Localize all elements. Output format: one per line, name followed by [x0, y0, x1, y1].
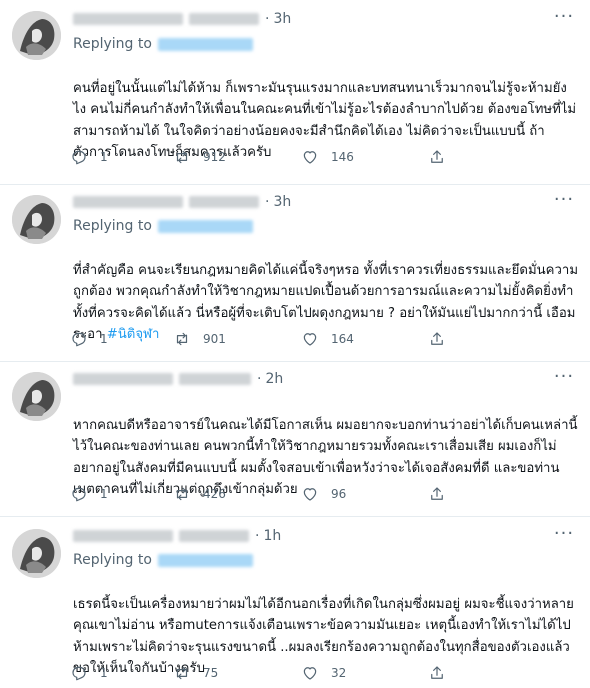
avatar-image — [12, 372, 61, 421]
replying-to: Replying to — [73, 550, 253, 570]
retweet-button[interactable]: 426 — [173, 485, 301, 503]
retweet-button[interactable]: 901 — [173, 330, 301, 348]
like-icon — [303, 667, 317, 680]
like-button[interactable]: 146 — [301, 148, 428, 166]
tweet-actions: 1 912 146 — [70, 146, 458, 168]
share-button[interactable] — [428, 148, 458, 166]
reply-button[interactable]: 1 — [70, 148, 173, 166]
reply-count: 1 — [100, 487, 108, 501]
replying-to-label: Replying to — [73, 552, 152, 568]
reply-icon — [72, 487, 86, 502]
reply-count: 1 — [100, 332, 108, 346]
separator-dot: · — [257, 371, 262, 387]
username-redacted[interactable] — [189, 196, 259, 208]
like-count: 96 — [331, 487, 347, 501]
username-redacted[interactable] — [179, 373, 251, 385]
share-button[interactable] — [428, 664, 458, 682]
like-icon — [303, 151, 317, 164]
share-icon — [431, 332, 443, 345]
retweet-icon — [176, 332, 188, 346]
reply-count: 1 — [100, 150, 108, 164]
separator-dot: · — [255, 528, 260, 544]
reply-button[interactable]: 1 — [70, 485, 173, 503]
avatar-image — [12, 529, 61, 578]
like-icon — [303, 333, 317, 346]
replying-to-label: Replying to — [73, 218, 152, 234]
reply-icon — [72, 332, 86, 347]
tweet-actions: 1 426 96 — [70, 483, 458, 505]
tweet-actions: 1 901 164 — [70, 328, 458, 350]
tweet-timeline: · 3h ··· Replying to คนที่อยู่ในนั้นแต่ไ… — [0, 0, 590, 688]
replying-to-label: Replying to — [73, 36, 152, 52]
separator-dot: · — [265, 194, 270, 210]
tweet-actions: 1 75 32 — [70, 662, 458, 684]
reply-count: 1 — [100, 666, 108, 680]
tweet-time[interactable]: 3h — [273, 11, 291, 27]
separator-dot: · — [265, 11, 270, 27]
tweet[interactable]: · 1h ··· Replying to เธรดนี้จะเป็นเครื่อ… — [0, 517, 590, 688]
username-redacted[interactable] — [189, 13, 259, 25]
avatar[interactable] — [12, 372, 61, 421]
like-count: 32 — [331, 666, 347, 680]
share-icon — [431, 666, 443, 679]
more-options-icon[interactable]: ··· — [552, 191, 576, 212]
avatar[interactable] — [12, 529, 61, 578]
avatar[interactable] — [12, 195, 61, 244]
tweet-header: · 3h — [73, 192, 291, 212]
replying-to: Replying to — [73, 216, 253, 236]
more-options-icon[interactable]: ··· — [552, 8, 576, 29]
like-icon — [303, 488, 317, 501]
tweet-time[interactable]: 3h — [273, 194, 291, 210]
reply-button[interactable]: 1 — [70, 664, 173, 682]
display-name-redacted[interactable] — [73, 196, 183, 208]
retweet-icon — [176, 666, 188, 680]
retweet-count: 901 — [203, 332, 226, 346]
share-button[interactable] — [428, 485, 458, 503]
tweet[interactable]: · 2h ··· หากคณบดีหรืออาจารย์ในคณะได้มีโอ… — [0, 362, 590, 517]
display-name-redacted[interactable] — [73, 373, 173, 385]
tweet-time[interactable]: 1h — [263, 528, 281, 544]
username-redacted[interactable] — [179, 530, 249, 542]
more-options-icon[interactable]: ··· — [552, 368, 576, 389]
share-icon — [431, 487, 443, 500]
avatar[interactable] — [12, 11, 61, 60]
like-button[interactable]: 164 — [301, 330, 428, 348]
share-icon — [431, 150, 443, 163]
share-button[interactable] — [428, 330, 458, 348]
retweet-icon — [176, 150, 188, 164]
more-options-icon[interactable]: ··· — [552, 525, 576, 546]
replying-to-handle-redacted[interactable] — [157, 553, 253, 567]
reply-button[interactable]: 1 — [70, 330, 173, 348]
tweet-time[interactable]: 2h — [265, 371, 283, 387]
like-button[interactable]: 32 — [301, 664, 428, 682]
retweet-count: 912 — [203, 150, 226, 164]
like-count: 164 — [331, 332, 354, 346]
retweet-icon — [176, 487, 188, 501]
display-name-redacted[interactable] — [73, 13, 183, 25]
retweet-button[interactable]: 912 — [173, 148, 301, 166]
retweet-count: 75 — [203, 666, 219, 680]
like-button[interactable]: 96 — [301, 485, 428, 503]
avatar-image — [12, 11, 61, 60]
reply-icon — [72, 150, 86, 165]
tweet[interactable]: · 3h ··· Replying to คนที่อยู่ในนั้นแต่ไ… — [0, 0, 590, 185]
tweet-header: · 2h — [73, 369, 283, 389]
retweet-button[interactable]: 75 — [173, 664, 301, 682]
reply-icon — [72, 666, 86, 681]
retweet-count: 426 — [203, 487, 226, 501]
display-name-redacted[interactable] — [73, 530, 173, 542]
tweet-header: · 3h — [73, 9, 291, 29]
tweet-header: · 1h — [73, 526, 281, 546]
replying-to-handle-redacted[interactable] — [157, 37, 253, 51]
tweet[interactable]: · 3h ··· Replying to ที่สำคัญคือ คนจะเรี… — [0, 185, 590, 362]
like-count: 146 — [331, 150, 354, 164]
replying-to: Replying to — [73, 34, 253, 54]
avatar-image — [12, 195, 61, 244]
replying-to-handle-redacted[interactable] — [157, 219, 253, 233]
